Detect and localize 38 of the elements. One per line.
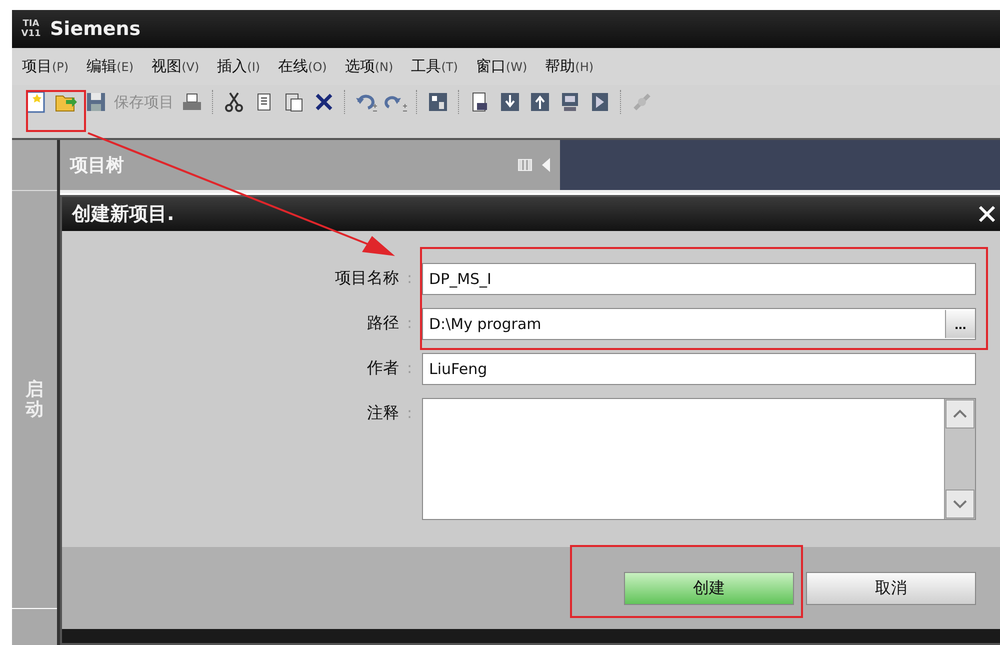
app-logo: TIA V11	[20, 18, 42, 41]
scissors-icon[interactable]	[222, 90, 246, 114]
menu-item[interactable]: 帮助(H)	[545, 57, 594, 76]
cancel-button[interactable]: 取消	[806, 572, 976, 604]
scroll-bar[interactable]	[944, 399, 975, 519]
window-title: Siemens	[50, 18, 141, 40]
field-label: 注释	[366, 402, 399, 424]
label-colon: :	[406, 404, 412, 422]
label-colon: :	[406, 269, 412, 287]
scroll-down-icon[interactable]	[945, 489, 975, 519]
label-colon: :	[406, 314, 412, 332]
menu-item[interactable]: 选项(N)	[344, 57, 394, 76]
save-icon[interactable]	[84, 90, 108, 114]
upload-icon[interactable]	[528, 90, 552, 114]
close-icon[interactable]	[978, 205, 996, 223]
menu-item[interactable]: 工具(T)	[411, 57, 458, 76]
create-button[interactable]: 创建	[624, 572, 794, 604]
field-label: 路径	[366, 312, 399, 334]
menu-item[interactable]: 视图(V)	[152, 57, 200, 76]
menu-item[interactable]: 插入(I)	[217, 57, 260, 76]
menu-item[interactable]: 项目(P)	[22, 57, 69, 76]
dialog-title: 创建新项目.	[72, 202, 174, 227]
browse-button[interactable]: ...	[945, 310, 975, 338]
input-field[interactable]: LiuFeng	[422, 353, 976, 385]
path-field[interactable]: D:\My program ...	[422, 308, 976, 340]
field-label: 项目名称	[334, 268, 399, 288]
panel-title: 项目树	[70, 154, 125, 177]
input-field[interactable]: DP_MS_I	[422, 263, 976, 295]
scroll-up-icon[interactable]	[945, 399, 975, 429]
field-label: 作者	[366, 358, 399, 378]
label-colon: :	[406, 359, 412, 377]
menu-item[interactable]: 窗口(W)	[476, 57, 528, 76]
comment-field[interactable]	[422, 398, 976, 520]
menu-item[interactable]: 在线(O)	[278, 57, 327, 76]
download-icon[interactable]	[498, 90, 522, 114]
annotation-frame	[26, 90, 86, 132]
columns-icon[interactable]	[518, 159, 532, 171]
menu-item[interactable]: 编辑(E)	[86, 57, 134, 76]
